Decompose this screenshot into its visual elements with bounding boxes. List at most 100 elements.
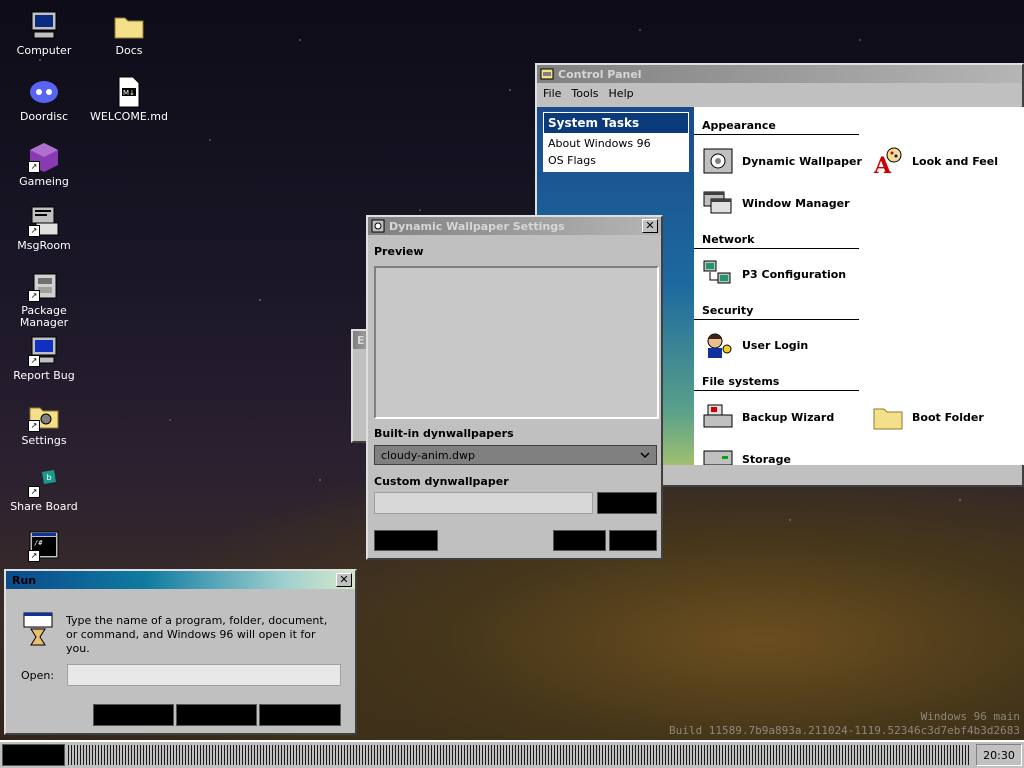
item-p3-configuration[interactable]: P3 Configuration bbox=[702, 258, 846, 290]
menu-file[interactable]: File bbox=[543, 87, 561, 100]
window-title: Control Panel bbox=[558, 67, 642, 81]
svg-text:b: b bbox=[46, 473, 51, 482]
item-look-and-feel[interactable]: A Look and Feel bbox=[872, 145, 998, 179]
computer-icon bbox=[28, 10, 60, 42]
run-program-icon bbox=[23, 612, 53, 646]
watermark-line-1: Windows 96 main bbox=[920, 710, 1020, 723]
run-dialog[interactable]: Run ✕ Type the name of a program, folder… bbox=[4, 569, 357, 735]
dynamic-wallpaper-icon bbox=[371, 219, 385, 233]
section-divider bbox=[694, 134, 859, 135]
item-storage[interactable]: Storage bbox=[702, 443, 791, 465]
item-boot-folder[interactable]: Boot Folder bbox=[872, 401, 984, 433]
section-appearance: Appearance bbox=[702, 119, 776, 132]
window-title: Dynamic Wallpaper Settings bbox=[389, 219, 565, 233]
shortcut-arrow-icon: ↗ bbox=[28, 225, 40, 237]
browse-button[interactable] bbox=[597, 492, 657, 514]
cancel-button[interactable] bbox=[609, 530, 657, 551]
desktop-icon-label: Settings bbox=[21, 434, 67, 447]
select-value: cloudy-anim.dwp bbox=[381, 448, 476, 462]
builtin-label: Built-in dynwallpapers bbox=[374, 427, 514, 440]
item-window-manager[interactable]: Window Manager bbox=[702, 187, 850, 219]
terminal-icon: /# ↗ bbox=[28, 530, 60, 562]
ok-button[interactable] bbox=[553, 530, 606, 551]
desktop-icon-label: WELCOME.md bbox=[90, 110, 168, 123]
share-board-icon: b ↗ bbox=[28, 466, 60, 498]
custom-dynwallpaper-input[interactable] bbox=[374, 492, 593, 514]
desktop-icon-terminal[interactable]: /# ↗ bbox=[4, 530, 84, 565]
window-title: Run bbox=[12, 573, 37, 587]
control-panel-titlebar[interactable]: Control Panel bbox=[537, 65, 1022, 83]
system-tasks-panel: System Tasks About Windows 96 OS Flags bbox=[543, 112, 689, 172]
section-file-systems: File systems bbox=[702, 375, 780, 388]
desktop-icon-label: Package Manager bbox=[19, 304, 69, 329]
desktop-icon-docs[interactable]: Docs bbox=[89, 10, 169, 57]
item-dynamic-wallpaper[interactable]: Dynamic Wallpaper bbox=[702, 145, 862, 177]
markdown-file-icon: M↓ bbox=[113, 76, 145, 108]
report-bug-icon: ↗ bbox=[28, 335, 60, 367]
clock[interactable]: 20:30 bbox=[983, 749, 1015, 762]
package-manager-icon: ↗ bbox=[28, 270, 60, 302]
desktop-icon-label: Report Bug bbox=[13, 369, 75, 382]
item-user-login[interactable]: User Login bbox=[702, 329, 808, 361]
game-cube-icon: ↗ bbox=[28, 141, 60, 173]
svg-text:M↓: M↓ bbox=[123, 89, 135, 97]
desktop-icon-doordisc[interactable]: Doordisc bbox=[4, 76, 84, 123]
settings-icon: ↗ bbox=[28, 400, 60, 432]
desktop-icon-label: Share Board bbox=[10, 500, 78, 513]
item-label: Look and Feel bbox=[912, 154, 998, 168]
section-network: Network bbox=[702, 233, 755, 246]
browse-button[interactable] bbox=[259, 704, 341, 726]
desktop-icon-label: Docs bbox=[115, 44, 143, 57]
desktop-icon-welcome[interactable]: M↓ WELCOME.md bbox=[89, 76, 169, 123]
section-divider bbox=[694, 390, 859, 391]
item-label: User Login bbox=[742, 338, 809, 352]
item-backup-wizard[interactable]: Backup Wizard bbox=[702, 401, 834, 433]
cancel-button[interactable] bbox=[176, 704, 257, 726]
open-label: Open: bbox=[21, 669, 55, 682]
item-label: Storage bbox=[742, 452, 791, 466]
custom-label: Custom dynwallpaper bbox=[374, 475, 509, 488]
preview-button[interactable] bbox=[374, 530, 438, 551]
close-button[interactable]: ✕ bbox=[336, 573, 352, 587]
shortcut-arrow-icon: ↗ bbox=[28, 550, 40, 562]
dynamic-wallpaper-icon bbox=[702, 145, 734, 177]
section-divider bbox=[694, 319, 859, 320]
watermark-line-2: Build 11589.7b9a893a.211024-1119.52346c3… bbox=[669, 724, 1020, 737]
folder-icon bbox=[872, 401, 904, 433]
desktop-icon-computer[interactable]: Computer bbox=[4, 10, 84, 57]
shortcut-arrow-icon: ↗ bbox=[28, 355, 40, 367]
menu-tools[interactable]: Tools bbox=[571, 87, 598, 100]
desktop-icon-settings[interactable]: ↗ Settings bbox=[4, 400, 84, 447]
desktop-icon-msgroom[interactable]: ↗ MsgRoom bbox=[4, 205, 84, 252]
dynwall-titlebar[interactable]: Dynamic Wallpaper Settings ✕ bbox=[368, 217, 661, 235]
run-titlebar[interactable]: Run ✕ bbox=[6, 571, 355, 589]
task-os-flags[interactable]: OS Flags bbox=[544, 152, 688, 171]
system-tray: 20:30 bbox=[976, 744, 1022, 766]
user-login-icon bbox=[702, 329, 734, 361]
run-description: Type the name of a program, folder, docu… bbox=[66, 614, 328, 655]
shortcut-arrow-icon: ↗ bbox=[28, 161, 40, 173]
builtin-dynwallpaper-select[interactable]: cloudy-anim.dwp bbox=[374, 445, 657, 465]
desktop-icon-gameing[interactable]: ↗ Gameing bbox=[4, 141, 84, 188]
svg-text:/#: /# bbox=[34, 539, 43, 547]
item-label: Backup Wizard bbox=[742, 410, 835, 424]
backup-wizard-icon bbox=[702, 401, 734, 433]
desktop-icon-package-manager[interactable]: ↗ Package Manager bbox=[4, 270, 84, 329]
shortcut-arrow-icon: ↗ bbox=[28, 290, 40, 302]
taskbar-window-area[interactable] bbox=[68, 745, 971, 765]
dynamic-wallpaper-settings-window[interactable]: Dynamic Wallpaper Settings ✕ Preview Bui… bbox=[366, 215, 663, 560]
desktop-icon-label: Doordisc bbox=[19, 110, 69, 123]
window-manager-icon bbox=[702, 187, 734, 219]
start-button[interactable] bbox=[2, 744, 65, 766]
desktop-icon-report-bug[interactable]: ↗ Report Bug bbox=[4, 335, 84, 382]
p3-configuration-icon bbox=[702, 258, 734, 290]
close-button[interactable]: ✕ bbox=[642, 219, 658, 233]
ok-button[interactable] bbox=[93, 704, 174, 726]
task-about-windows-96[interactable]: About Windows 96 bbox=[544, 133, 688, 152]
menu-help[interactable]: Help bbox=[609, 87, 634, 100]
open-input[interactable] bbox=[67, 664, 341, 686]
desktop-icon-share-board[interactable]: b ↗ Share Board bbox=[4, 466, 84, 513]
system-tasks-title: System Tasks bbox=[544, 113, 688, 133]
item-label: P3 Configuration bbox=[742, 267, 847, 281]
preview-label: Preview bbox=[374, 245, 424, 258]
